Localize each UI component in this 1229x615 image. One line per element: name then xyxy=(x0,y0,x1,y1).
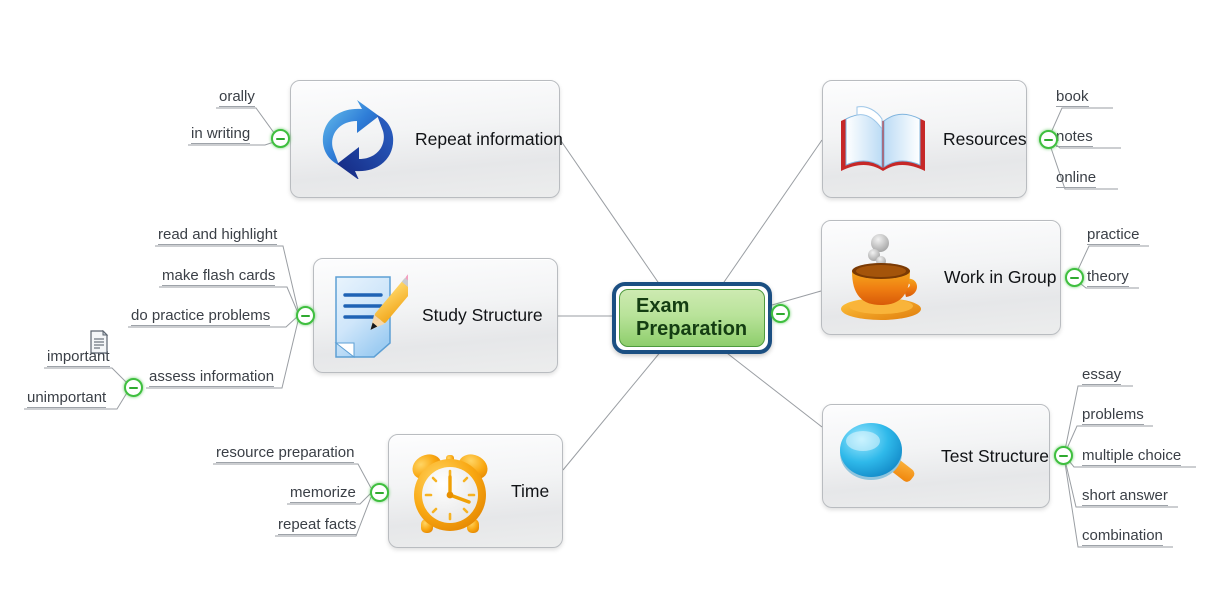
leaf-underline xyxy=(27,407,107,408)
leaf-label: practice xyxy=(1087,226,1140,243)
leaf-underline xyxy=(191,143,251,144)
node-time[interactable]: Time xyxy=(388,434,563,548)
leaf-underline xyxy=(47,366,110,367)
magnifying-glass-icon xyxy=(837,417,927,495)
leaf-label: assess information xyxy=(149,368,275,385)
leaf-in-writing[interactable]: in writing xyxy=(185,125,256,146)
leaf-label: combination xyxy=(1082,527,1163,544)
leaf-label: essay xyxy=(1082,366,1122,383)
leaf-label: do practice problems xyxy=(131,307,271,324)
node-label: Work in Group xyxy=(944,267,1057,287)
node-label: Resources xyxy=(943,128,1027,149)
leaf-label: online xyxy=(1056,169,1097,186)
node-study-structure[interactable]: Study Structure xyxy=(313,258,558,373)
collapse-button-resources[interactable] xyxy=(1039,130,1058,149)
collapse-button-central-topic[interactable] xyxy=(771,304,790,323)
coffee-cup-icon xyxy=(836,231,930,325)
leaf-underline xyxy=(1082,424,1144,425)
leaf-underline xyxy=(290,502,356,503)
collapse-button-work-in-group[interactable] xyxy=(1065,268,1084,287)
node-label: Test Structure xyxy=(941,445,1049,466)
leaf-underline xyxy=(1082,384,1122,385)
leaf-underline xyxy=(158,244,278,245)
leaf-theory[interactable]: theory xyxy=(1081,268,1135,289)
leaf-multiple-choice[interactable]: multiple choice xyxy=(1076,447,1187,468)
leaf-short-answer[interactable]: short answer xyxy=(1076,487,1174,508)
leaf-read-and-highlight[interactable]: read and highlight xyxy=(152,226,283,247)
leaf-practice[interactable]: practice xyxy=(1081,226,1146,247)
collapse-button-assess-information[interactable] xyxy=(124,378,143,397)
leaf-label: read and highlight xyxy=(158,226,278,243)
leaf-resource-preparation[interactable]: resource preparation xyxy=(210,444,360,465)
collapse-button-test-structure[interactable] xyxy=(1054,446,1073,465)
leaf-label: problems xyxy=(1082,406,1144,423)
node-label: Study Structure xyxy=(422,305,543,325)
leaf-problems[interactable]: problems xyxy=(1076,406,1150,427)
open-book-icon xyxy=(837,99,929,179)
leaf-make-flash-cards[interactable]: make flash cards xyxy=(156,267,281,288)
leaf-underline xyxy=(162,285,276,286)
leaf-do-practice-problems[interactable]: do practice problems xyxy=(125,307,276,328)
leaf-label: in writing xyxy=(191,125,251,142)
leaf-book[interactable]: book xyxy=(1050,88,1095,109)
leaf-label: orally xyxy=(219,88,255,105)
leaf-underline xyxy=(149,386,275,387)
central-topic-inner: Exam Preparation xyxy=(619,289,765,347)
leaf-underline xyxy=(131,325,271,326)
leaf-underline xyxy=(219,106,255,107)
leaf-label: unimportant xyxy=(27,389,107,406)
leaf-assess-information[interactable]: assess information xyxy=(143,368,280,389)
central-topic[interactable]: Exam Preparation xyxy=(612,282,772,354)
leaf-unimportant[interactable]: unimportant xyxy=(21,389,112,410)
leaf-underline xyxy=(216,462,355,463)
node-test-structure[interactable]: Test Structure xyxy=(822,404,1050,508)
node-repeat-information[interactable]: Repeat information xyxy=(290,80,563,198)
alarm-clock-icon xyxy=(403,445,497,537)
note-document-icon xyxy=(89,329,109,359)
leaf-label: make flash cards xyxy=(162,267,276,284)
leaf-underline xyxy=(278,534,357,535)
node-label: Repeat information xyxy=(415,128,563,149)
collapse-button-repeat-information[interactable] xyxy=(271,129,290,148)
leaf-underline xyxy=(1056,146,1093,147)
leaf-underline xyxy=(1087,244,1140,245)
document-pencil-icon xyxy=(328,272,408,359)
leaf-online[interactable]: online xyxy=(1050,169,1102,190)
central-topic-label: Exam Preparation xyxy=(636,294,748,340)
leaf-label: book xyxy=(1056,88,1089,105)
leaf-label: multiple choice xyxy=(1082,447,1182,464)
node-work-in-group[interactable]: Work in Group xyxy=(821,220,1061,335)
leaf-label: memorize xyxy=(290,484,356,501)
node-resources[interactable]: Resources xyxy=(822,80,1027,198)
refresh-arrows-icon xyxy=(313,99,401,179)
leaf-label: theory xyxy=(1087,268,1129,285)
leaf-underline xyxy=(1087,286,1129,287)
leaf-underline xyxy=(1082,505,1168,506)
leaf-orally[interactable]: orally xyxy=(213,88,261,109)
node-label: Time xyxy=(511,480,550,501)
mindmap-canvas: Repeat information Study Structure Time … xyxy=(0,0,1229,615)
leaf-label: resource preparation xyxy=(216,444,355,461)
leaf-underline xyxy=(1056,106,1089,107)
leaf-underline xyxy=(1082,465,1182,466)
leaf-label: repeat facts xyxy=(278,516,357,533)
leaf-label: notes xyxy=(1056,128,1093,145)
leaf-repeat-facts[interactable]: repeat facts xyxy=(272,516,362,537)
collapse-button-time[interactable] xyxy=(370,483,389,502)
leaf-essay[interactable]: essay xyxy=(1076,366,1127,387)
leaf-combination[interactable]: combination xyxy=(1076,527,1169,548)
leaf-underline xyxy=(1056,187,1097,188)
leaf-underline xyxy=(1082,545,1163,546)
collapse-button-study-structure[interactable] xyxy=(296,306,315,325)
leaf-label: short answer xyxy=(1082,487,1168,504)
leaf-memorize[interactable]: memorize xyxy=(284,484,362,505)
